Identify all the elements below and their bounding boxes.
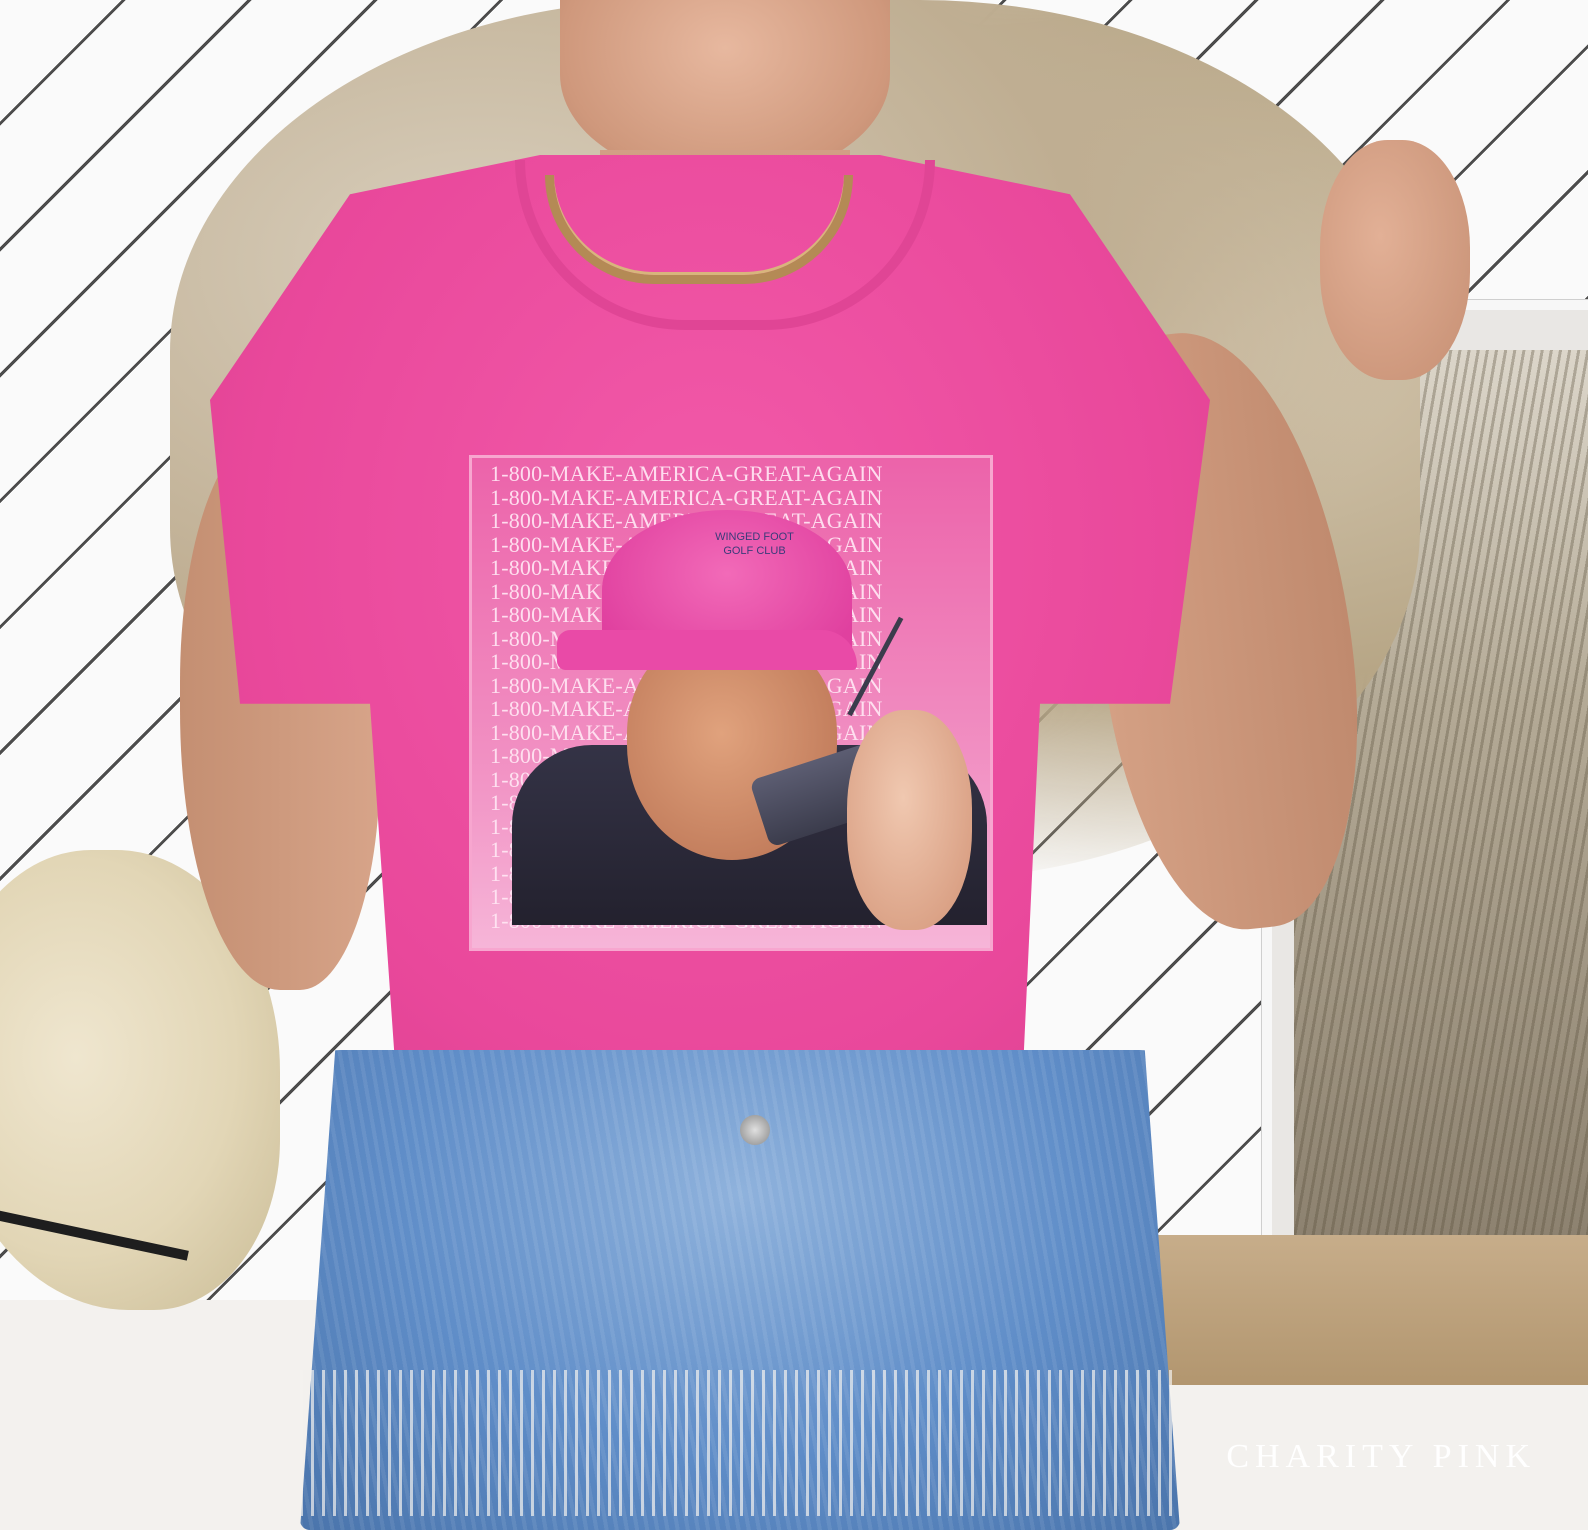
product-photo: 1-800-MAKE-AMERICA-GREAT-AGAIN 1-800-MAKE… [0, 0, 1588, 1530]
wooden-shelf [1100, 1235, 1588, 1385]
cap-logo: WINGED FOOT GOLF CLUB [715, 531, 794, 557]
print-portrait: WINGED FOOT GOLF CLUB [512, 510, 987, 930]
slogan-line: 1-800-MAKE-AMERICA-GREAT-AGAIN [490, 462, 883, 486]
slogan-line: 1-800-MAKE-AMERICA-GREAT-AGAIN [490, 484, 883, 510]
jeans-button [740, 1115, 770, 1145]
color-name-caption: CHARITY PINK [1226, 1438, 1536, 1475]
model-right-hand [1320, 140, 1470, 380]
frayed-hem [300, 1370, 1180, 1516]
shirt-print: 1-800-MAKE-AMERICA-GREAT-AGAIN 1-800-MAKE… [472, 458, 990, 948]
portrait-hand [847, 710, 972, 930]
cap-brim [557, 630, 857, 670]
